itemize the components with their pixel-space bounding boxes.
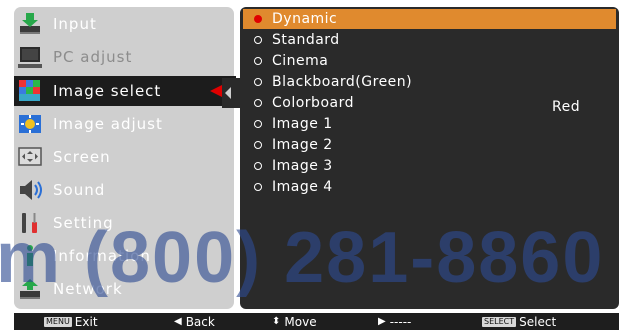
radio-bullet-icon <box>254 183 262 191</box>
menu-item-screen[interactable]: Screen <box>14 142 234 172</box>
up-down-arrow-icon: ⬍ <box>272 316 281 327</box>
image-adjust-icon <box>19 115 41 133</box>
option-image-4[interactable]: Image 4 <box>243 177 616 197</box>
network-icon <box>20 279 40 299</box>
option-image-1[interactable]: Image 1 <box>243 114 616 134</box>
menu-item-setting[interactable]: Setting <box>14 208 234 238</box>
info-icon <box>27 245 33 266</box>
radio-bullet-icon <box>254 162 262 170</box>
help-select: SELECT Select <box>482 314 557 329</box>
help-bar: MENU Exit ◀ Back ⬍ Move ▶ ----- SELECT S… <box>14 313 619 330</box>
menu-item-image-select[interactable]: Image select <box>14 76 236 106</box>
option-standard[interactable]: Standard <box>243 30 616 50</box>
left-arrow-icon: ◀ <box>174 316 182 327</box>
help-back: ◀ Back <box>174 314 215 329</box>
monitor-icon <box>18 47 42 68</box>
radio-bullet-icon <box>254 99 262 107</box>
radio-bullet-icon <box>254 120 262 128</box>
option-image-3[interactable]: Image 3 <box>243 156 616 176</box>
colorboard-value: Red <box>552 99 581 115</box>
radio-bullet-icon <box>254 141 262 149</box>
select-key-icon: SELECT <box>482 316 517 327</box>
screen-icon <box>18 147 42 166</box>
menu-item-pc-adjust[interactable]: PC adjust <box>14 42 234 72</box>
right-arrow-icon: ▶ <box>378 316 386 327</box>
help-next: ▶ ----- <box>378 314 412 329</box>
menu-item-network[interactable]: Network <box>14 274 234 304</box>
option-image-2[interactable]: Image 2 <box>243 135 616 155</box>
radio-bullet-icon <box>254 36 262 44</box>
menu-key-icon: MENU <box>44 316 72 327</box>
menu-item-input[interactable]: Input <box>14 9 234 39</box>
menu-item-image-adjust[interactable]: Image adjust <box>14 109 234 139</box>
option-blackboard-green[interactable]: Blackboard(Green) <box>243 72 616 92</box>
main-menu: Input PC adjust Image select Image adjus… <box>14 7 236 309</box>
option-cinema[interactable]: Cinema <box>243 51 616 71</box>
radio-bullet-icon <box>254 57 262 65</box>
speaker-icon <box>20 180 42 200</box>
image-select-icon <box>19 80 40 101</box>
input-arrow-icon <box>20 13 40 34</box>
radio-bullet-icon <box>254 15 262 23</box>
options-panel: Dynamic Standard Cinema Blackboard(Green… <box>240 7 619 309</box>
menu-item-information[interactable]: Information <box>14 241 234 271</box>
menu-item-sound[interactable]: Sound <box>14 175 234 205</box>
radio-bullet-icon <box>254 78 262 86</box>
help-move: ⬍ Move <box>272 314 317 329</box>
option-dynamic[interactable]: Dynamic <box>243 9 616 29</box>
help-exit: MENU Exit <box>44 314 98 329</box>
menu-connector <box>222 78 240 108</box>
tools-icon <box>22 213 37 233</box>
